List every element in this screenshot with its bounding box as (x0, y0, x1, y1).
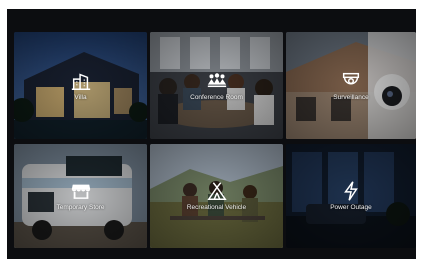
scenario-label-surveillance: Surveillance (333, 93, 369, 101)
scenario-tile-conference-room[interactable]: Conference Room (150, 32, 283, 139)
scenario-tile-temporary-store[interactable]: Temporary Store (14, 144, 147, 248)
scenario-grid: Villa Conference Room Surveillance Tempo… (7, 9, 416, 259)
scenario-tile-villa[interactable]: Villa (14, 32, 147, 139)
scenario-label-villa: Villa (74, 93, 87, 101)
scenario-label-temporary-store: Temporary Store (56, 204, 105, 211)
store-awning-icon (71, 184, 90, 199)
conference-people-icon (207, 72, 226, 87)
scenario-tile-power-outage[interactable]: Power Outage (286, 144, 416, 248)
scenario-label-power-outage: Power Outage (330, 204, 372, 211)
scenario-tile-recreational-vehicle[interactable]: Recreational Vehicle (150, 144, 283, 248)
scenario-label-recreational-vehicle: Recreational Vehicle (186, 204, 247, 211)
lightning-icon (344, 181, 358, 201)
scenario-tile-surveillance[interactable]: Surveillance (286, 32, 416, 139)
tent-icon (206, 182, 227, 200)
surveillance-camera-icon (342, 72, 360, 84)
scenario-label-conference-room: Conference Room (190, 93, 243, 101)
villa-icon (71, 73, 90, 90)
